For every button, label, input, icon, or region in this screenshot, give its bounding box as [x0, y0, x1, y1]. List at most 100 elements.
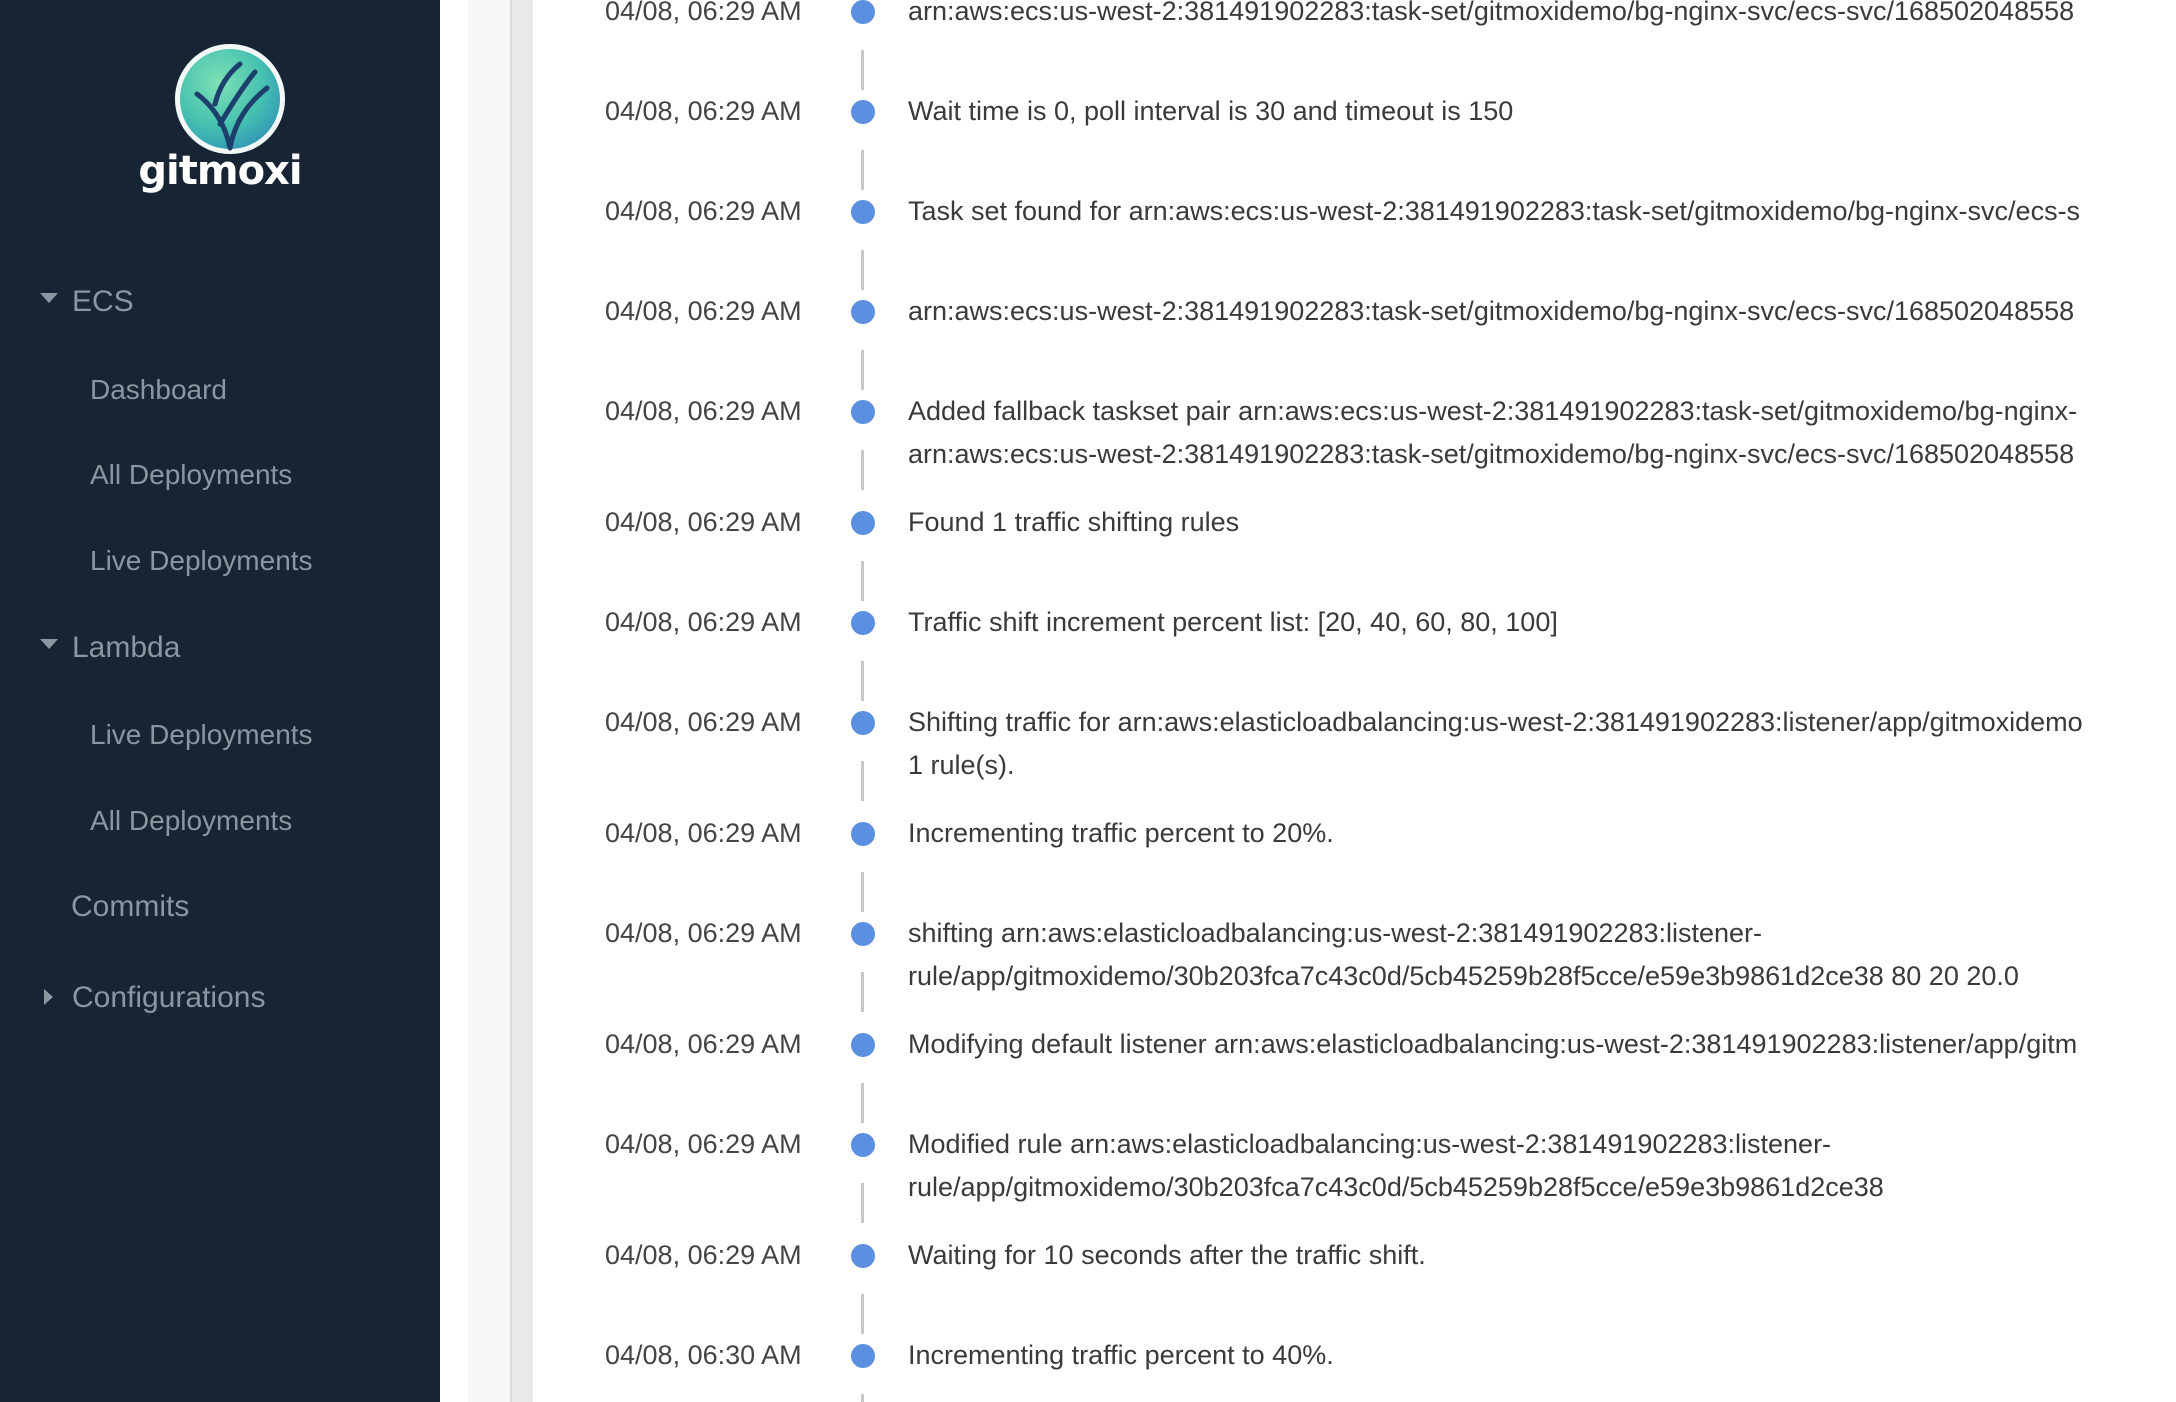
timeline-dot-icon — [851, 611, 875, 635]
timestamp: 04/08, 06:29 AM — [605, 1129, 802, 1159]
timeline-entry: 04/08, 06:29 AM Modifying default listene… — [533, 1023, 2176, 1123]
log-message-line: rule/app/gitmoxidemo/30b203fca7c43c0d/5c… — [908, 961, 2019, 991]
log-message-line: shifting arn:aws:elasticloadbalancing:us… — [908, 918, 1763, 948]
timestamp: 04/08, 06:29 AM — [605, 818, 802, 848]
sidebar: gitmoxi ECS Dashboard All Deployments Li… — [0, 0, 440, 1402]
log-message: Incrementing traffic percent to 40%. — [908, 1334, 2176, 1377]
timeline-dot-icon — [851, 300, 875, 324]
log-message: Modifying default listener arn:aws:elast… — [908, 1023, 2176, 1066]
timeline-connector — [861, 1294, 864, 1334]
timeline-dot-icon — [851, 100, 875, 124]
log-message: Found 1 traffic shifting rules — [908, 501, 2176, 544]
timestamp: 04/08, 06:29 AM — [605, 396, 802, 426]
caret-right-icon — [44, 989, 53, 1005]
timeline-dot-icon — [851, 400, 875, 424]
log-message: arn:aws:ecs:us-west-2:381491902283:task-… — [908, 0, 2176, 33]
timeline-connector — [861, 1083, 864, 1123]
timeline-entry: 04/08, 06:29 AM Incrementing traffic perc… — [533, 812, 2176, 912]
timeline-connector — [861, 350, 864, 390]
timestamp: 04/08, 06:29 AM — [605, 1029, 802, 1059]
timestamp: 04/08, 06:29 AM — [605, 296, 802, 326]
log-message: Modified rule arn:aws:elasticloadbalanci… — [908, 1123, 2176, 1209]
timeline-connector — [861, 972, 864, 1012]
timestamp: 04/08, 06:29 AM — [605, 607, 802, 637]
timestamp: 04/08, 06:29 AM — [605, 507, 802, 537]
nav-lambda-live-deployments[interactable]: Live Deployments — [90, 719, 313, 751]
timeline-entry: 04/08, 06:29 AM Shifting traffic for arn:… — [533, 701, 2176, 812]
timestamp: 04/08, 06:29 AM — [605, 0, 802, 26]
timeline-entry: 04/08, 06:29 AM Wait time is 0, poll inte… — [533, 90, 2176, 190]
timeline-dot-icon — [851, 511, 875, 535]
timestamp: 04/08, 06:29 AM — [605, 96, 802, 126]
log-message-line: Shifting traffic for arn:aws:elasticload… — [908, 707, 2083, 737]
timeline-dot-icon — [851, 1244, 875, 1268]
log-message: Traffic shift increment percent list: [2… — [908, 601, 2176, 644]
log-message: shifting arn:aws:elasticloadbalancing:us… — [908, 912, 2176, 998]
nav-section-configurations[interactable]: Configurations — [44, 981, 266, 1015]
timeline-dot-icon — [851, 822, 875, 846]
log-message-line: 1 rule(s). — [908, 750, 1015, 780]
timestamp: 04/08, 06:29 AM — [605, 918, 802, 948]
log-message-line: arn:aws:ecs:us-west-2:381491902283:task-… — [908, 439, 2075, 469]
nav-section-label: ECS — [72, 285, 134, 318]
timeline-entry: 04/08, 06:29 AM Task set found for arn:aw… — [533, 190, 2176, 290]
brand-name: gitmoxi — [138, 148, 302, 194]
timeline-dot-icon — [851, 1133, 875, 1157]
timeline-entry: 04/08, 06:29 AM Modified rule arn:aws:ela… — [533, 1123, 2176, 1234]
timestamp: 04/08, 06:29 AM — [605, 1240, 802, 1270]
timeline-connector — [861, 1183, 864, 1223]
timeline-connector — [861, 561, 864, 601]
nav-section-label: Lambda — [72, 631, 181, 664]
timeline-connector — [861, 761, 864, 801]
log-message: Incrementing traffic percent to 20%. — [908, 812, 2176, 855]
nav-ecs-dashboard[interactable]: Dashboard — [90, 374, 227, 406]
log-message-line: Incrementing traffic percent to 20%. — [908, 818, 1334, 848]
gitmoxi-logo-icon — [175, 44, 285, 154]
timeline-connector — [861, 872, 864, 912]
timeline-entry: 04/08, 06:29 AM arn:aws:ecs:us-west-2:381… — [533, 290, 2176, 390]
deployment-log: 04/08, 06:29 AM arn:aws:ecs:us-west-2:381… — [533, 0, 2176, 1402]
log-message: Shifting traffic for arn:aws:elasticload… — [908, 701, 2176, 787]
timeline-connector — [861, 661, 864, 701]
log-message: Wait time is 0, poll interval is 30 and … — [908, 90, 2176, 133]
timeline: 04/08, 06:29 AM arn:aws:ecs:us-west-2:381… — [533, 0, 2176, 1402]
log-message-line: Waiting for 10 seconds after the traffic… — [908, 1240, 1426, 1270]
timeline-dot-icon — [851, 1344, 875, 1368]
timeline-entry: 04/08, 06:29 AM Found 1 traffic shifting … — [533, 501, 2176, 601]
timestamp: 04/08, 06:30 AM — [605, 1340, 802, 1370]
timeline-entry: 04/08, 06:29 AM Traffic shift increment p… — [533, 601, 2176, 701]
timeline-entry: 04/08, 06:30 AM Incrementing traffic perc… — [533, 1334, 2176, 1402]
nav-commits[interactable]: Commits — [71, 890, 189, 924]
log-message: Added fallback taskset pair arn:aws:ecs:… — [908, 390, 2176, 476]
gutter — [440, 0, 468, 1402]
timeline-connector — [861, 50, 864, 90]
caret-down-icon — [40, 639, 58, 649]
log-message-line: Wait time is 0, poll interval is 30 and … — [908, 96, 1514, 126]
timeline-entry: 04/08, 06:29 AM Waiting for 10 seconds af… — [533, 1234, 2176, 1334]
timeline-entry: 04/08, 06:29 AM Added fallback taskset pa… — [533, 390, 2176, 501]
timeline-dot-icon — [851, 711, 875, 735]
timeline-entry: 04/08, 06:29 AM shifting arn:aws:elasticl… — [533, 912, 2176, 1023]
timeline-dot-icon — [851, 200, 875, 224]
timestamp: 04/08, 06:29 AM — [605, 707, 802, 737]
nav-lambda-all-deployments[interactable]: All Deployments — [90, 805, 292, 837]
panel-border — [510, 0, 533, 1402]
nav-ecs-all-deployments[interactable]: All Deployments — [90, 459, 292, 491]
log-message-line: arn:aws:ecs:us-west-2:381491902283:task-… — [908, 296, 2075, 326]
nav-section-label: Configurations — [72, 981, 266, 1014]
timeline-connector — [861, 250, 864, 290]
timeline-dot-icon — [851, 0, 875, 24]
log-message-line: arn:aws:ecs:us-west-2:381491902283:task-… — [908, 0, 2075, 26]
log-message-line: Modified rule arn:aws:elasticloadbalanci… — [908, 1129, 1832, 1159]
nav-ecs-live-deployments[interactable]: Live Deployments — [90, 545, 313, 577]
timeline-entry: 04/08, 06:29 AM arn:aws:ecs:us-west-2:381… — [533, 0, 2176, 90]
log-message: Waiting for 10 seconds after the traffic… — [908, 1234, 2176, 1277]
gutter-panel — [468, 0, 510, 1402]
log-message-line: Traffic shift increment percent list: [2… — [908, 607, 1558, 637]
nav-section-ecs[interactable]: ECS — [40, 285, 134, 319]
timeline-connector — [861, 1394, 864, 1402]
timestamp: 04/08, 06:29 AM — [605, 196, 802, 226]
timeline-connector — [861, 450, 864, 490]
nav-section-lambda[interactable]: Lambda — [40, 631, 181, 665]
caret-down-icon — [40, 293, 58, 303]
